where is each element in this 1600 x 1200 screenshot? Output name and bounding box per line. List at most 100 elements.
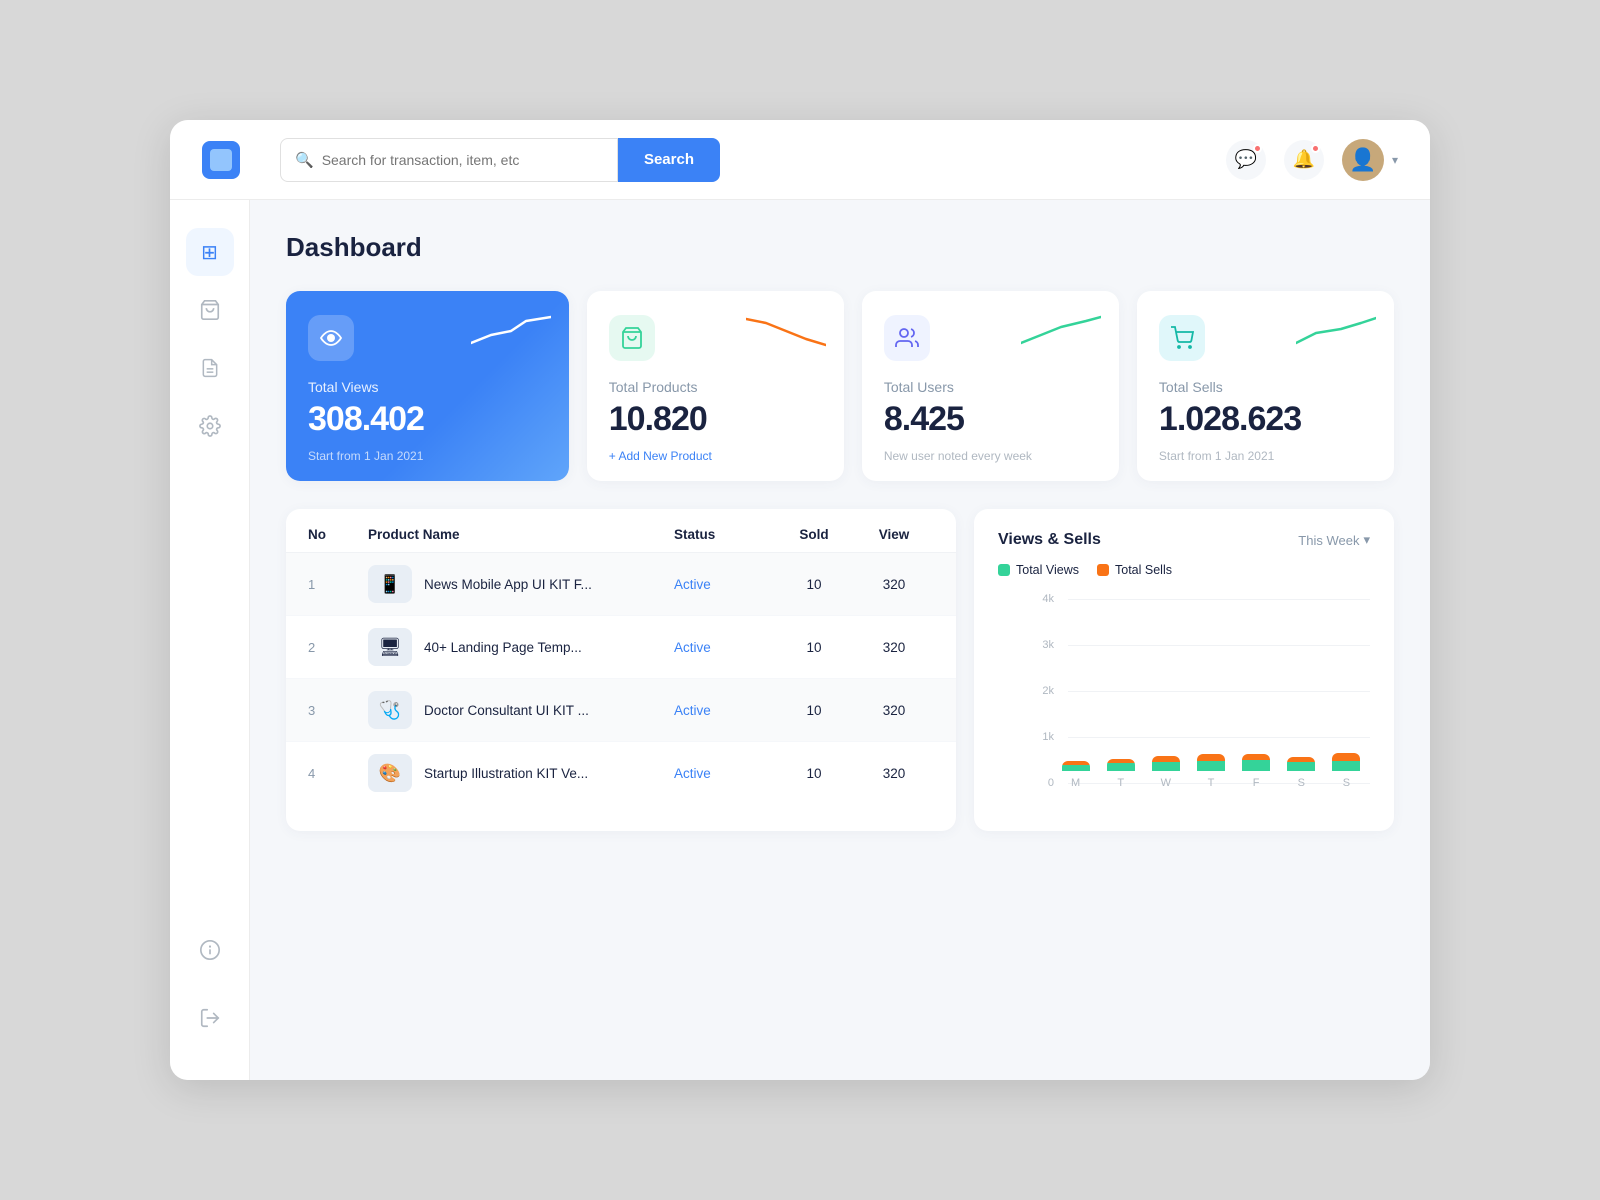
product-thumbnail: 🩺: [368, 691, 412, 729]
legend-teal-dot: [998, 564, 1010, 576]
products-value: 10.820: [609, 400, 822, 439]
table-row: 4 🎨 Startup Illustration KIT Ve... Activ…: [286, 742, 956, 804]
sidebar-item-cart[interactable]: [186, 286, 234, 334]
bar-day-label: S: [1298, 777, 1305, 789]
header-right: 💬 🔔 👤 ▾: [1226, 139, 1398, 181]
bars-wrapper: MTWTFSS: [1060, 593, 1362, 789]
col-product-name: Product Name: [368, 527, 674, 542]
stat-card-total-users: Total Users 8.425 New user noted every w…: [862, 291, 1119, 481]
sidebar-item-document[interactable]: [186, 344, 234, 392]
bar-group: S: [1286, 757, 1317, 789]
status-badge: Active: [674, 763, 711, 784]
table-row: 3 🩺 Doctor Consultant UI KIT ... Active …: [286, 679, 956, 742]
chart-header: Views & Sells This Week ▾: [998, 531, 1370, 549]
bar-stack: [1332, 753, 1360, 771]
header: 🔍 Search 💬 🔔 👤 ▾: [170, 120, 1430, 200]
bar-segment-views: [1197, 761, 1225, 771]
bar-day-label: S: [1343, 777, 1350, 789]
products-trend: [746, 313, 826, 354]
stat-card-total-products: Total Products 10.820 + Add New Product: [587, 291, 844, 481]
view-cell: 320: [854, 577, 934, 592]
sidebar-item-dashboard[interactable]: ⊞: [186, 228, 234, 276]
col-sold: Sold: [774, 527, 854, 542]
bottom-row: No Product Name Status Sold View 1 📱 New…: [286, 509, 1394, 831]
sidebar-item-settings[interactable]: [186, 402, 234, 450]
cart-icon: [199, 299, 221, 321]
legend-sells-label: Total Sells: [1115, 563, 1172, 577]
users-trend: [1021, 313, 1101, 354]
sells-sub: Start from 1 Jan 2021: [1159, 449, 1372, 463]
messages-button[interactable]: 💬: [1226, 140, 1266, 180]
chart-legend: Total Views Total Sells: [998, 563, 1370, 577]
products-label: Total Products: [609, 379, 822, 395]
bar-group: T: [1195, 754, 1226, 789]
users-sub: New user noted every week: [884, 449, 1097, 463]
chart-filter[interactable]: This Week ▾: [1298, 532, 1370, 548]
product-name: Doctor Consultant UI KIT ...: [424, 703, 589, 718]
stat-card-top: [308, 315, 547, 361]
views-sub: Start from 1 Jan 2021: [308, 449, 547, 463]
status-cell: Active: [674, 574, 774, 595]
search-input-wrapper: 🔍: [280, 138, 618, 182]
users-icon: [884, 315, 930, 361]
settings-icon: [199, 415, 221, 437]
avatar: 👤: [1342, 139, 1384, 181]
bar-segment-sells: [1332, 753, 1360, 761]
app-logo: [202, 141, 240, 179]
grid-label: 0: [1030, 777, 1054, 789]
document-icon: [200, 357, 220, 379]
notifications-button[interactable]: 🔔: [1284, 140, 1324, 180]
search-area: 🔍 Search: [280, 138, 720, 182]
views-icon: [308, 315, 354, 361]
dashboard-icon: ⊞: [201, 240, 218, 265]
status-badge: Active: [674, 700, 711, 721]
bar-segment-sells: [1197, 754, 1225, 762]
search-icon: 🔍: [295, 151, 314, 169]
messages-badge: [1253, 144, 1262, 153]
search-button[interactable]: Search: [618, 138, 720, 182]
sidebar-item-logout[interactable]: [186, 994, 234, 1042]
info-icon: [199, 939, 221, 961]
bar-stack: [1152, 756, 1180, 771]
view-cell: 320: [854, 766, 934, 781]
bar-group: T: [1105, 759, 1136, 789]
search-input[interactable]: [322, 152, 603, 168]
sidebar: ⊞: [170, 200, 250, 1080]
products-icon: [609, 315, 655, 361]
bar-stack: [1062, 761, 1090, 771]
row-no: 2: [308, 640, 368, 655]
users-value: 8.425: [884, 400, 1097, 439]
status-cell: Active: [674, 637, 774, 658]
col-no: No: [308, 527, 368, 542]
status-badge: Active: [674, 574, 711, 595]
stat-card-top-users: [884, 315, 1097, 361]
bar-group: M: [1060, 761, 1091, 789]
sells-icon: [1159, 315, 1205, 361]
chevron-down-icon: ▾: [1392, 153, 1398, 167]
col-status: Status: [674, 527, 774, 542]
bar-day-label: M: [1071, 777, 1080, 789]
stat-card-total-views: Total Views 308.402 Start from 1 Jan 202…: [286, 291, 569, 481]
sidebar-item-info[interactable]: [186, 926, 234, 974]
bar-group: W: [1150, 756, 1181, 789]
bar-segment-views: [1152, 762, 1180, 771]
bar-group: F: [1241, 754, 1272, 789]
product-thumbnail: 🎨: [368, 754, 412, 792]
bar-group: S: [1331, 753, 1362, 789]
product-name: 40+ Landing Page Temp...: [424, 640, 582, 655]
grid-label: 2k: [1030, 685, 1054, 697]
sold-cell: 10: [774, 640, 854, 655]
table-row: 2 🖥 40+ Landing Page Temp... Active 10 3…: [286, 616, 956, 679]
page-title: Dashboard: [286, 232, 1394, 263]
add-product-link[interactable]: + Add New Product: [609, 449, 822, 463]
status-badge: Active: [674, 637, 711, 658]
bar-segment-views: [1287, 762, 1315, 771]
product-cell: 📱 News Mobile App UI KIT F...: [368, 565, 674, 603]
bar-segment-views: [1062, 765, 1090, 771]
user-avatar-button[interactable]: 👤 ▾: [1342, 139, 1398, 181]
legend-total-views: Total Views: [998, 563, 1079, 577]
bar-stack: [1287, 757, 1315, 771]
row-no: 1: [308, 577, 368, 592]
sidebar-bottom: [186, 926, 234, 1052]
product-thumbnail: 🖥: [368, 628, 412, 666]
